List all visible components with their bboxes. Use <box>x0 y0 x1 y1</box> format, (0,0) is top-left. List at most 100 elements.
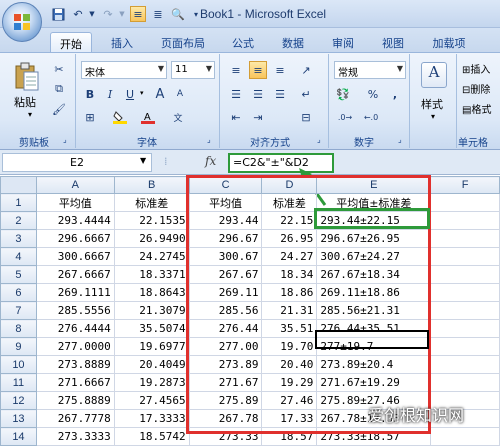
cell[interactable]: 285.5556 <box>35 301 115 320</box>
cell[interactable]: 285.56±21.31 <box>316 301 432 320</box>
alignment-launcher-icon[interactable]: ⌟ <box>317 135 321 144</box>
name-box[interactable]: E2 <box>2 153 152 172</box>
cell[interactable] <box>430 247 500 266</box>
cell[interactable]: 276.4444 <box>35 319 115 338</box>
cell[interactable]: 273.33 <box>188 427 263 446</box>
cell[interactable]: 标准差 <box>113 193 190 212</box>
cell[interactable]: 293.44±22.15 <box>316 211 432 230</box>
underline-button[interactable]: U <box>121 85 139 103</box>
cell[interactable]: 300.67±24.27 <box>316 247 432 266</box>
cell[interactable]: 273.8889 <box>35 355 115 374</box>
cell[interactable]: 273.33±18.57 <box>316 427 432 446</box>
tab-page-layout[interactable]: 页面布局 <box>152 32 214 52</box>
cell[interactable]: 26.9490 <box>113 229 190 248</box>
cell[interactable]: 271.67 <box>188 373 263 392</box>
merge-center-icon[interactable]: ⊟ <box>297 108 315 126</box>
shrink-font-button[interactable]: A <box>171 85 189 103</box>
cell[interactable] <box>430 427 500 446</box>
styles-dropdown-icon[interactable]: ▾ <box>431 112 435 121</box>
tab-view[interactable]: 视图 <box>374 32 412 52</box>
office-button[interactable] <box>2 2 42 42</box>
decrease-indent-icon[interactable]: ⇤ <box>227 108 245 126</box>
save-icon[interactable] <box>50 6 66 22</box>
name-box-dropdown-icon[interactable]: ▼ <box>140 156 146 165</box>
column-header-a[interactable]: A <box>35 176 115 194</box>
column-header-d[interactable]: D <box>261 176 318 194</box>
currency-icon[interactable]: 💱 <box>334 85 352 103</box>
cell[interactable]: 277±19.7 <box>316 337 432 356</box>
cell[interactable]: 35.51 <box>261 319 318 338</box>
tab-home[interactable]: 开始 <box>50 32 92 52</box>
cell[interactable]: 35.5074 <box>113 319 190 338</box>
styles-button[interactable]: 样式 <box>421 96 443 112</box>
tab-data[interactable]: 数据 <box>274 32 312 52</box>
cell[interactable]: 24.2745 <box>113 247 190 266</box>
orientation-icon[interactable]: ↗ <box>297 61 315 79</box>
font-launcher-icon[interactable]: ⌟ <box>207 135 211 144</box>
cell[interactable]: 271.6667 <box>35 373 115 392</box>
cell[interactable]: 20.40 <box>261 355 318 374</box>
cell[interactable] <box>430 265 500 284</box>
italic-button[interactable]: I <box>101 85 119 103</box>
cell[interactable]: 273.3333 <box>35 427 115 446</box>
cell[interactable]: 293.44 <box>188 211 263 230</box>
cell[interactable] <box>430 283 500 302</box>
number-format-combo[interactable]: 常规 ▼ <box>334 61 406 79</box>
cell[interactable] <box>430 301 500 320</box>
cell[interactable]: 293.4444 <box>35 211 115 230</box>
row-header[interactable]: 13 <box>0 409 37 428</box>
cell[interactable]: 27.4565 <box>113 391 190 410</box>
cell[interactable]: 19.29 <box>261 373 318 392</box>
insert-function-button[interactable]: fx <box>205 154 216 168</box>
cut-icon[interactable]: ✂ <box>50 60 68 78</box>
cell[interactable]: 276.44±35.51 <box>316 319 432 338</box>
cell[interactable] <box>430 355 500 374</box>
cell[interactable]: 平均值 <box>188 193 263 212</box>
column-header-f[interactable]: F <box>430 176 500 194</box>
increase-decimal-icon[interactable]: .0→ <box>336 108 354 126</box>
cell[interactable]: 27.46 <box>261 391 318 410</box>
tab-review[interactable]: 审阅 <box>324 32 362 52</box>
cell[interactable]: 271.67±19.29 <box>316 373 432 392</box>
cell[interactable]: 平均值±标准差 <box>316 193 432 212</box>
cell[interactable]: 285.56 <box>188 301 263 320</box>
tab-insert[interactable]: 插入 <box>102 32 142 52</box>
cell[interactable]: 277.00 <box>188 337 263 356</box>
clipboard-launcher-icon[interactable]: ⌟ <box>63 135 67 144</box>
cell[interactable]: 19.70 <box>261 337 318 356</box>
cell[interactable]: 267.67±18.34 <box>316 265 432 284</box>
increase-indent-icon[interactable]: ⇥ <box>249 108 267 126</box>
align-left-icon[interactable]: ☰ <box>227 85 245 103</box>
align-middle-icon[interactable]: ≡ <box>249 61 267 79</box>
cell[interactable]: 269.1111 <box>35 283 115 302</box>
cell[interactable]: 273.89 <box>188 355 263 374</box>
format-cells-button[interactable]: ▤格式 <box>462 101 491 116</box>
row-header[interactable]: 3 <box>0 229 37 248</box>
cell[interactable]: 300.67 <box>188 247 263 266</box>
cell[interactable]: 17.3333 <box>113 409 190 428</box>
decrease-decimal-icon[interactable]: ←.0 <box>362 108 380 126</box>
cell[interactable]: 273.89±20.4 <box>316 355 432 374</box>
grow-font-button[interactable]: A <box>151 85 169 103</box>
copy-icon[interactable]: ⧉ <box>50 80 68 98</box>
cell[interactable]: 267.7778 <box>35 409 115 428</box>
row-header[interactable]: 4 <box>0 247 37 266</box>
cell[interactable]: 296.67±26.95 <box>316 229 432 248</box>
align-top-icon[interactable]: ≡ <box>227 61 245 79</box>
undo-dropdown-icon[interactable]: ▼ <box>84 6 100 22</box>
cell[interactable]: 18.86 <box>261 283 318 302</box>
delete-cells-button[interactable]: ⊟删除 <box>462 81 490 96</box>
column-header-e[interactable]: E <box>316 176 432 194</box>
font-name-combo[interactable]: 宋体 ▼ <box>81 61 167 79</box>
align-center-qat-icon[interactable]: ≡ <box>130 6 146 22</box>
cell[interactable]: 18.8643 <box>113 283 190 302</box>
align-center-icon[interactable]: ☰ <box>249 85 267 103</box>
cell[interactable]: 19.6977 <box>113 337 190 356</box>
cell[interactable]: 22.15 <box>261 211 318 230</box>
cell[interactable]: 269.11 <box>188 283 263 302</box>
bold-button[interactable]: B <box>81 85 99 103</box>
row-header[interactable]: 10 <box>0 355 37 374</box>
cell[interactable]: 24.27 <box>261 247 318 266</box>
cell[interactable]: 26.95 <box>261 229 318 248</box>
row-header[interactable]: 11 <box>0 373 37 392</box>
